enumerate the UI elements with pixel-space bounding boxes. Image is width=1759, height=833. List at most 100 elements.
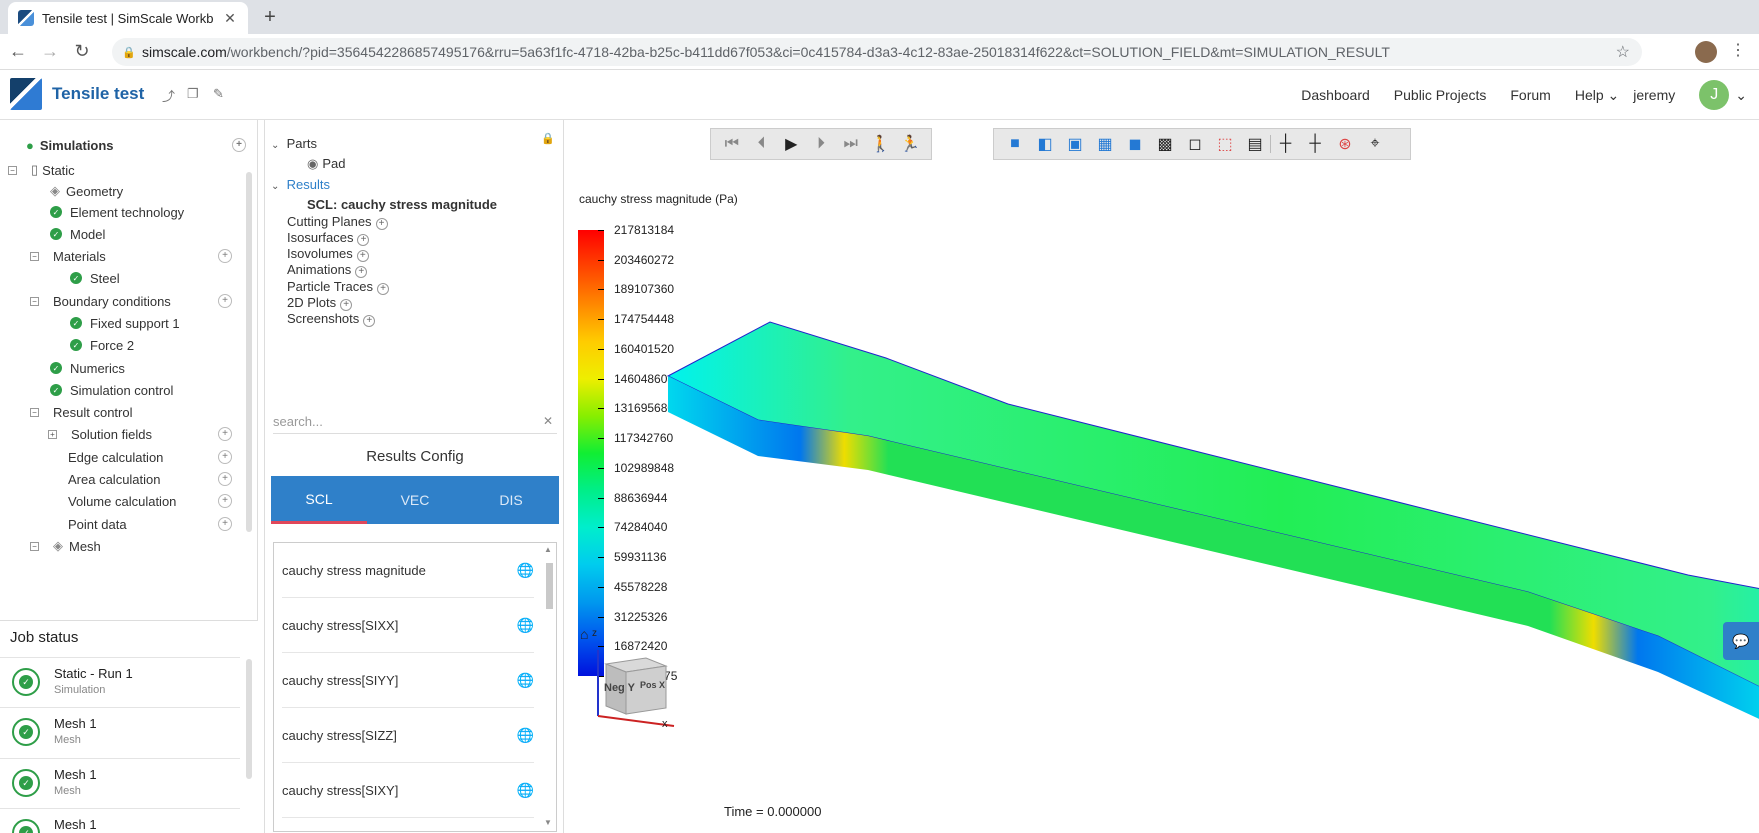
- share-icon[interactable]: ⤴: [162, 86, 175, 105]
- job-item[interactable]: ✓ Mesh 1 Mesh: [0, 758, 240, 808]
- add-icon[interactable]: +: [355, 266, 368, 278]
- tensile-specimen-model[interactable]: [568, 120, 1759, 833]
- list-item[interactable]: cauchy stress[SIZZ] 🌐: [282, 708, 534, 763]
- tab-vec[interactable]: VEC: [367, 476, 463, 524]
- forward-icon[interactable]: →: [36, 41, 64, 62]
- user-avatar[interactable]: J: [1699, 80, 1730, 110]
- collapse-icon[interactable]: −: [30, 407, 39, 417]
- tree-mesh[interactable]: − ◈ Mesh: [30, 535, 101, 557]
- tree-cutting-planes[interactable]: Cutting Planes +: [287, 214, 388, 230]
- tree-scl[interactable]: SCL: cauchy stress magnitude: [307, 197, 497, 212]
- tree-isosurfaces[interactable]: Isosurfaces +: [287, 230, 370, 246]
- clear-search-icon[interactable]: ✕: [543, 414, 553, 428]
- globe-icon[interactable]: 🌐: [517, 617, 534, 634]
- address-bar[interactable]: 🔒 simscale.com/workbench/?pid=3564542286…: [112, 38, 1642, 66]
- nav-dashboard[interactable]: Dashboard: [1301, 87, 1370, 103]
- caret-down-icon[interactable]: ⌄: [271, 140, 283, 151]
- home-view-icon[interactable]: ⌂: [580, 626, 588, 642]
- add-icon[interactable]: +: [356, 250, 369, 262]
- close-icon[interactable]: ✕: [222, 10, 238, 27]
- new-tab-icon[interactable]: +: [258, 6, 282, 29]
- tree-area-calculation[interactable]: Area calculation +: [68, 468, 240, 490]
- nav-public-projects[interactable]: Public Projects: [1394, 87, 1487, 103]
- browser-menu-icon[interactable]: ⋮: [1730, 40, 1746, 60]
- globe-icon[interactable]: 🌐: [517, 672, 534, 689]
- collapse-icon[interactable]: −: [30, 251, 39, 261]
- chat-icon[interactable]: 💬: [1723, 622, 1759, 660]
- job-item[interactable]: ✓ Static - Run 1 Simulation: [0, 657, 240, 707]
- bookmark-star-icon[interactable]: ☆: [1616, 42, 1630, 62]
- 3d-viewport[interactable]: ⏮ ⏴ ▶ ⏵ ⏭ 🚶 🏃 ■ ◧ ▣ ▦ ◼ ▩ ◻ ⬚ ▤ ┼ ┼ ⊛ ⌖ …: [568, 120, 1759, 833]
- add-volume-calc-icon[interactable]: +: [218, 494, 232, 508]
- eye-icon[interactable]: ◉: [307, 156, 318, 171]
- job-scrollbar[interactable]: [246, 659, 252, 779]
- globe-icon[interactable]: 🌐: [517, 727, 534, 744]
- lock-icon[interactable]: 🔒: [541, 132, 555, 145]
- tree-particle-traces[interactable]: Particle Traces +: [287, 279, 389, 295]
- scroll-up-icon[interactable]: ▲: [544, 545, 552, 554]
- tree-element-technology[interactable]: ✓ Element technology: [50, 201, 184, 223]
- tab-scl[interactable]: SCL: [271, 476, 367, 524]
- tree-boundary-conditions[interactable]: − Boundary conditions +: [30, 290, 240, 312]
- collapse-icon[interactable]: −: [30, 296, 39, 306]
- add-solution-field-icon[interactable]: +: [218, 427, 232, 441]
- tree-results[interactable]: ⌄ Results: [271, 177, 330, 192]
- add-material-icon[interactable]: +: [218, 249, 232, 263]
- add-icon[interactable]: +: [376, 283, 389, 295]
- tree-geometry[interactable]: ◈ Geometry: [50, 180, 123, 202]
- collapse-icon[interactable]: −: [30, 541, 39, 551]
- tree-scrollbar[interactable]: [246, 172, 252, 532]
- tree-result-control[interactable]: − Result control: [30, 401, 132, 423]
- tree-2d-plots[interactable]: 2D Plots +: [287, 295, 353, 311]
- job-item[interactable]: ✓ Mesh 1 Mesh: [0, 707, 240, 757]
- nav-forum[interactable]: Forum: [1510, 87, 1550, 103]
- collapse-icon[interactable]: −: [8, 165, 17, 175]
- user-menu-chevron-icon[interactable]: ⌄: [1735, 87, 1747, 104]
- job-item[interactable]: ✓ Mesh 1 Mesh: [0, 808, 240, 833]
- add-icon[interactable]: +: [357, 234, 370, 246]
- search-input[interactable]: search...: [273, 410, 557, 434]
- list-item[interactable]: cauchy stress[SIYY] 🌐: [282, 653, 534, 708]
- tree-volume-calculation[interactable]: Volume calculation +: [68, 490, 240, 512]
- globe-icon[interactable]: 🌐: [517, 782, 534, 799]
- add-icon[interactable]: +: [363, 315, 376, 327]
- add-icon[interactable]: +: [340, 299, 353, 311]
- nav-help[interactable]: Help ⌄: [1575, 87, 1619, 104]
- browser-tab[interactable]: Tensile test | SimScale Workb ✕: [8, 2, 248, 34]
- tree-simulations[interactable]: ● Simulations +: [26, 134, 246, 156]
- expand-icon[interactable]: +: [48, 429, 57, 439]
- tree-static[interactable]: − ▯ Static: [8, 159, 75, 181]
- copy-icon[interactable]: ❐: [187, 86, 199, 102]
- add-bc-icon[interactable]: +: [218, 294, 232, 308]
- tree-parts[interactable]: ⌄ Parts: [271, 136, 317, 151]
- tree-isovolumes[interactable]: Isovolumes +: [287, 246, 369, 262]
- tree-edge-calculation[interactable]: Edge calculation +: [68, 446, 240, 468]
- tree-materials[interactable]: − Materials +: [30, 245, 240, 267]
- browser-profile-avatar[interactable]: [1695, 41, 1717, 63]
- list-item[interactable]: cauchy stress[SIXX] 🌐: [282, 598, 534, 653]
- tree-pad[interactable]: ◉ Pad: [307, 156, 345, 172]
- tree-force[interactable]: ✓ Force 2: [70, 334, 134, 356]
- orientation-cube[interactable]: [584, 644, 688, 734]
- tree-animations[interactable]: Animations +: [287, 262, 368, 278]
- scroll-thumb[interactable]: [546, 563, 553, 609]
- add-point-data-icon[interactable]: +: [218, 517, 232, 531]
- tree-steel[interactable]: ✓ Steel: [70, 267, 120, 289]
- caret-down-icon[interactable]: ⌄: [271, 181, 283, 192]
- globe-icon[interactable]: 🌐: [517, 562, 534, 579]
- tree-point-data[interactable]: Point data +: [68, 513, 240, 535]
- add-edge-calc-icon[interactable]: +: [218, 450, 232, 464]
- simscale-logo-icon[interactable]: [10, 78, 42, 110]
- add-icon[interactable]: +: [375, 218, 388, 230]
- field-list-scrollbar[interactable]: ▲ ▼: [544, 545, 554, 827]
- tree-solution-fields[interactable]: + Solution fields +: [48, 423, 240, 445]
- tab-dis[interactable]: DIS: [463, 476, 559, 524]
- tree-numerics[interactable]: ✓ Numerics: [50, 357, 125, 379]
- add-area-calc-icon[interactable]: +: [218, 472, 232, 486]
- back-icon[interactable]: ←: [4, 41, 32, 62]
- list-item[interactable]: cauchy stress[SIXY] 🌐: [282, 763, 534, 818]
- nav-user[interactable]: jeremy: [1633, 87, 1675, 103]
- list-item[interactable]: cauchy stress magnitude 🌐: [282, 543, 534, 598]
- tree-screenshots[interactable]: Screenshots +: [287, 311, 376, 327]
- scroll-down-icon[interactable]: ▼: [544, 818, 552, 827]
